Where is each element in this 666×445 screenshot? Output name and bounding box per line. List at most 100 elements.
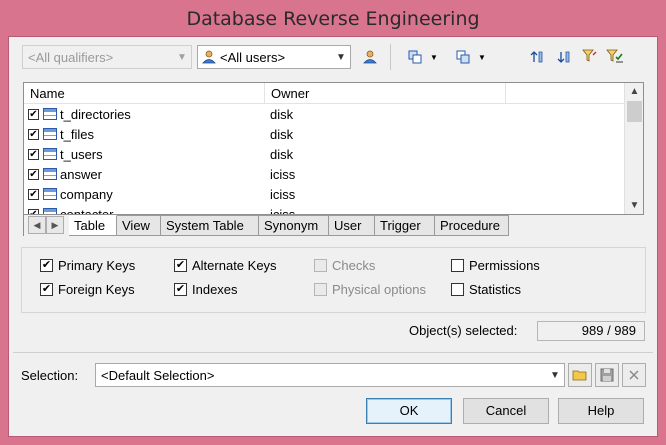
table-icon [43,168,57,180]
scroll-thumb[interactable] [627,101,642,122]
option-label: Indexes [192,282,238,297]
table-row[interactable]: ✔ t_directories disk [24,104,624,124]
toolbar-separator [390,44,391,70]
select-user-button[interactable] [359,46,381,68]
table-row[interactable]: ✔ answer iciss [24,164,624,184]
checkbox[interactable]: ✔ [174,259,187,272]
reverse-options-group: ✔ Primary Keys ✔ Alternate Keys Checks Permis… [21,247,646,313]
scroll-up-icon[interactable]: ▲ [625,83,643,100]
checkbox [314,283,327,296]
table-row[interactable]: ✔ t_users disk [24,144,624,164]
owner-select[interactable]: <All users> ▼ [197,45,351,69]
row-name: company [60,186,113,202]
objects-selected-count: 989 / 989 [537,321,645,341]
row-name: answer [60,166,102,182]
checkbox[interactable] [451,283,464,296]
divider [13,352,653,353]
tab-system-table[interactable]: System Table [161,215,259,236]
row-checkbox[interactable]: ✔ [28,128,39,140]
option-physical-options: Physical options [314,282,426,297]
row-owner: disk [270,146,294,162]
option-statistics[interactable]: Statistics [451,282,521,297]
row-checkbox[interactable]: ✔ [28,188,39,200]
window-title: Database Reverse Engineering [186,8,480,30]
deselect-all-icon [456,50,470,64]
option-label: Permissions [469,258,540,273]
move-bottom-button[interactable] [553,46,575,68]
option-alternate-keys[interactable]: ✔ Alternate Keys [174,258,277,273]
tab-view[interactable]: View [117,215,161,236]
chevron-down-icon: ▼ [430,52,438,62]
checkbox[interactable]: ✔ [174,283,187,296]
table-row[interactable]: ✔ company iciss [24,184,624,204]
option-label: Foreign Keys [58,282,135,297]
object-type-tabs: ◀ ▶ Table View System Table Synonym User Trig… [23,215,644,236]
close-icon [628,369,640,381]
checkbox[interactable] [451,259,464,272]
list-rows: ✔ t_directories disk ✔ t_files disk ✔ t_users di… [24,104,624,215]
cancel-button[interactable]: Cancel [463,398,549,424]
delete-selection-button[interactable] [622,363,646,387]
selection-label: Selection: [21,368,79,383]
tab-trigger[interactable]: Trigger [375,215,435,236]
row-checkbox[interactable]: ✔ [28,168,39,180]
filter-checked-button[interactable] [603,45,627,67]
table-icon [43,208,57,214]
table-row[interactable]: ✔ t_files disk [24,124,624,144]
table-icon [43,188,57,200]
select-all-icon [408,50,422,64]
row-owner: iciss [270,186,296,202]
row-name: t_directories [60,106,131,122]
filter-check-icon [606,48,624,64]
qualifier-value: <All qualifiers> [28,49,114,65]
tab-scroll-right-icon[interactable]: ▶ [46,216,64,234]
row-checkbox[interactable]: ✔ [28,148,39,160]
table-row[interactable]: ✔ contacter iciss [24,204,624,215]
open-selection-button[interactable] [568,363,592,387]
move-top-button[interactable] [526,46,548,68]
tab-scroll-left-icon[interactable]: ◀ [28,216,46,234]
tab-table[interactable]: Table [69,215,117,236]
column-header-owner[interactable]: Owner [265,83,506,104]
checkbox[interactable]: ✔ [40,259,53,272]
option-foreign-keys[interactable]: ✔ Foreign Keys [40,282,135,297]
table-icon [43,148,57,160]
column-header-name[interactable]: Name [24,83,265,104]
tab-user[interactable]: User [329,215,375,236]
selection-select[interactable]: <Default Selection> ▼ [95,363,565,387]
option-primary-keys[interactable]: ✔ Primary Keys [40,258,135,273]
option-label: Physical options [332,282,426,297]
owner-value: <All users> [220,49,286,65]
option-indexes[interactable]: ✔ Indexes [174,282,238,297]
selection-value: <Default Selection> [101,367,215,383]
checkbox[interactable]: ✔ [40,283,53,296]
option-label: Primary Keys [58,258,136,273]
filter-button[interactable] [579,45,601,67]
row-checkbox[interactable]: ✔ [28,108,39,120]
tab-synonym[interactable]: Synonym [259,215,329,236]
row-name: t_files [60,126,94,142]
dialog-body: <All qualifiers> ▼ <All users> ▼ ▼ ▼ Nam… [8,36,658,437]
chevron-down-icon: ▼ [177,51,187,63]
option-label: Checks [332,258,376,273]
object-list[interactable]: Name Owner ✔ t_directories disk ✔ t_files dis… [23,82,644,215]
row-owner: iciss [270,166,296,182]
tab-procedure[interactable]: Procedure [435,215,509,236]
save-icon [600,368,614,382]
select-all-button[interactable]: ▼ [405,46,441,68]
save-selection-button[interactable] [595,363,619,387]
option-permissions[interactable]: Permissions [451,258,540,273]
row-name: t_users [60,146,103,162]
row-name: contacter [60,206,114,215]
option-label: Statistics [469,282,522,297]
qualifier-select[interactable]: <All qualifiers> ▼ [22,45,192,69]
table-icon [43,128,57,140]
vertical-scrollbar[interactable]: ▲ ▼ [624,83,643,214]
deselect-all-button[interactable]: ▼ [453,46,489,68]
chevron-down-icon: ▼ [550,369,560,381]
help-button[interactable]: Help [558,398,644,424]
scroll-down-icon[interactable]: ▼ [625,197,643,214]
table-icon [43,108,57,120]
row-owner: disk [270,106,294,122]
ok-button[interactable]: OK [366,398,452,424]
